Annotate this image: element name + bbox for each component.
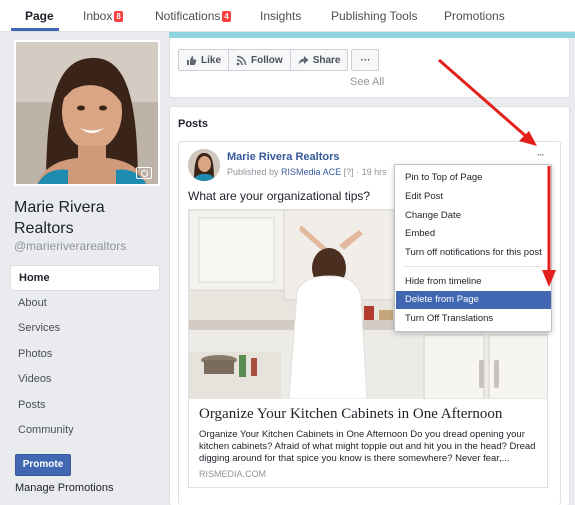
- sidebar-item-home[interactable]: Home: [10, 265, 160, 291]
- menu-item-delete-from-page[interactable]: Delete from Page: [396, 291, 551, 309]
- menu-item-turn-off-notifications[interactable]: Turn off notifications for this post: [396, 244, 551, 262]
- post-author-avatar[interactable]: [188, 149, 220, 181]
- notifications-count-badge: 4: [222, 11, 231, 22]
- tab-label: Inbox: [83, 9, 113, 23]
- page-more-options-button[interactable]: ···: [351, 49, 380, 71]
- tab-page[interactable]: Page: [25, 9, 54, 23]
- post-author-name[interactable]: Marie Rivera Realtors: [227, 151, 340, 163]
- see-all-link[interactable]: See All: [350, 76, 384, 88]
- menu-item-embed[interactable]: Embed: [396, 225, 551, 243]
- menu-item-turn-off-translations[interactable]: Turn Off Translations: [396, 310, 551, 328]
- menu-item-pin-to-top[interactable]: Pin to Top of Page: [396, 169, 551, 187]
- more-dots-icon: ···: [360, 54, 371, 66]
- publisher-link[interactable]: RISMedia ACE: [281, 167, 341, 177]
- inbox-count-badge: 8: [114, 11, 123, 22]
- page-sidebar-nav: Home About Services Photos Videos Posts …: [10, 265, 160, 444]
- sidebar-item-about[interactable]: About: [10, 291, 160, 317]
- sidebar-item-services[interactable]: Services: [10, 316, 160, 342]
- menu-separator: [403, 266, 543, 267]
- promote-button[interactable]: Promote: [15, 454, 71, 476]
- page-tab-bar: Page Inbox 8 Notifications 4 Insights Publ…: [0, 0, 575, 32]
- tab-label: Insights: [260, 9, 302, 23]
- posts-section-title: Posts: [178, 118, 208, 130]
- tab-notifications[interactable]: Notifications 4: [155, 9, 231, 23]
- profile-picture[interactable]: [14, 40, 160, 186]
- link-domain: RISMEDIA.COM: [199, 469, 267, 479]
- page-username[interactable]: @marieriverarealtors: [14, 239, 126, 253]
- tab-inbox[interactable]: Inbox 8: [83, 9, 123, 23]
- tab-label: Notifications: [155, 9, 221, 23]
- tab-insights[interactable]: Insights: [260, 9, 301, 23]
- share-page-button[interactable]: Share: [289, 49, 349, 71]
- active-tab-indicator: [11, 28, 59, 31]
- left-sidebar: Marie Rivera Realtors @marieriverarealto…: [0, 33, 170, 505]
- post-meta: Published by RISMedia ACE [?] · 19 hrs: [227, 167, 387, 177]
- sidebar-item-videos[interactable]: Videos: [10, 367, 160, 393]
- tab-label: Page: [25, 9, 54, 23]
- share-label: Share: [312, 54, 341, 66]
- avatar-photo-illustration: [188, 149, 220, 181]
- published-by-text: Published by: [227, 167, 282, 177]
- sidebar-item-photos[interactable]: Photos: [10, 342, 160, 368]
- follow-label: Follow: [251, 54, 283, 66]
- tab-publishing-tools[interactable]: Publishing Tools: [331, 9, 418, 23]
- share-arrow-icon: [298, 55, 309, 65]
- like-page-button[interactable]: Like: [178, 49, 230, 71]
- tab-label: Publishing Tools: [331, 9, 418, 23]
- tab-label: Promotions: [444, 9, 505, 23]
- page-action-buttons: Like Follow Share ···: [178, 49, 380, 71]
- menu-item-change-date[interactable]: Change Date: [396, 207, 551, 225]
- like-label: Like: [201, 54, 222, 66]
- post-timestamp[interactable]: [?] · 19 hrs: [341, 167, 387, 177]
- follow-page-button[interactable]: Follow: [228, 49, 291, 71]
- tab-promotions[interactable]: Promotions: [444, 9, 505, 23]
- camera-icon[interactable]: [136, 167, 152, 179]
- post-options-button[interactable]: ···: [537, 150, 545, 161]
- menu-item-edit-post[interactable]: Edit Post: [396, 188, 551, 206]
- page-name: Marie Rivera Realtors: [14, 199, 105, 237]
- rss-follow-icon: [236, 55, 247, 65]
- sidebar-item-community[interactable]: Community: [10, 418, 160, 444]
- manage-promotions-link[interactable]: Manage Promotions: [15, 482, 113, 494]
- link-title[interactable]: Organize Your Kitchen Cabinets in One Af…: [199, 406, 539, 423]
- thumbs-up-icon: [187, 55, 197, 65]
- sidebar-item-posts[interactable]: Posts: [10, 393, 160, 419]
- post-options-menu: Pin to Top of Page Edit Post Change Date…: [394, 164, 552, 332]
- link-description: Organize Your Kitchen Cabinets in One Af…: [199, 429, 536, 464]
- profile-photo-illustration: [16, 42, 158, 184]
- post-text: What are your organizational tips?: [188, 189, 371, 203]
- menu-item-hide-from-timeline[interactable]: Hide from timeline: [396, 273, 551, 291]
